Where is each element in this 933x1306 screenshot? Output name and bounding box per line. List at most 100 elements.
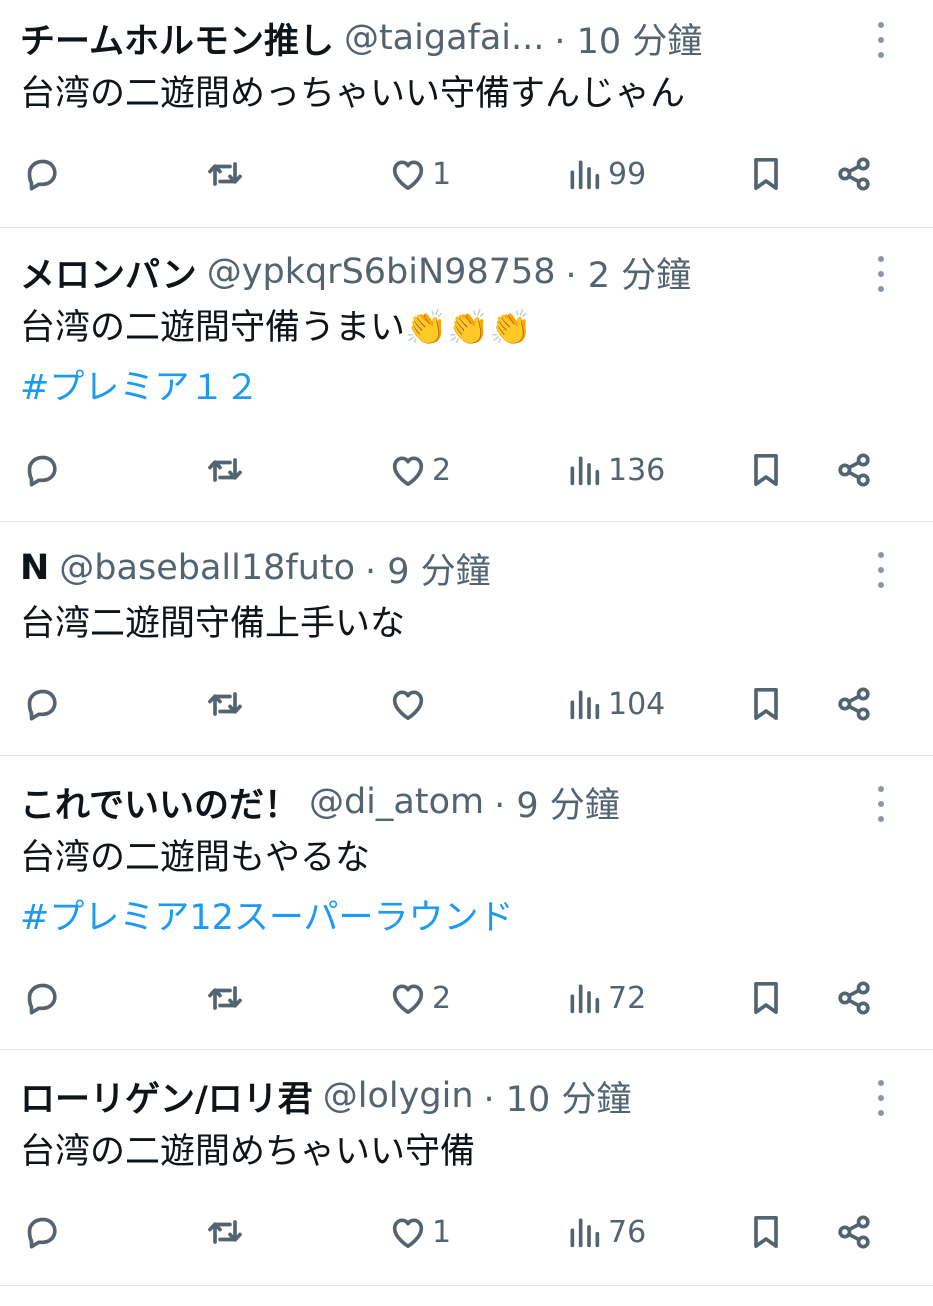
tweet-header: これでいいのだ！ @di_atom · 9 分鐘 xyxy=(20,780,620,826)
bookmark-button[interactable] xyxy=(746,448,786,492)
share-icon xyxy=(838,981,870,1015)
share-button[interactable] xyxy=(834,976,874,1020)
views-button[interactable]: 72 xyxy=(564,976,646,1020)
tweet-header: メロンパン @ypkqrS6biN98758 · 2 分鐘 xyxy=(20,250,691,296)
views-icon xyxy=(570,456,600,486)
view-count: 99 xyxy=(608,156,647,192)
bookmark-icon xyxy=(754,1216,778,1248)
view-count: 76 xyxy=(608,1214,647,1250)
tweet-header: チームホルモン推し @taigafai... · 10 分鐘 xyxy=(20,16,702,62)
user-handle[interactable]: @ypkqrS6biN98758 xyxy=(207,252,556,292)
more-icon[interactable] xyxy=(877,786,885,822)
tweet[interactable]: メロンパン @ypkqrS6biN98758 · 2 分鐘 台湾の二遊間守備うま… xyxy=(0,228,933,522)
views-icon xyxy=(570,984,600,1014)
views-button[interactable]: 136 xyxy=(564,448,665,492)
bookmark-icon xyxy=(754,158,778,191)
heart-icon xyxy=(392,456,424,486)
retweet-icon xyxy=(208,1220,242,1244)
bookmark-icon xyxy=(754,982,778,1014)
retweet-button[interactable] xyxy=(205,1210,245,1254)
heart-icon xyxy=(392,984,424,1014)
bookmark-button[interactable] xyxy=(746,1210,786,1254)
views-button[interactable]: 99 xyxy=(564,152,646,196)
reply-icon xyxy=(27,159,57,191)
tweet[interactable]: N @baseball18futo · 9 分鐘 台湾二遊間守備上手いな 104 xyxy=(0,522,933,756)
user-handle[interactable]: @taigafai... xyxy=(344,18,544,58)
display-name[interactable]: チームホルモン推し xyxy=(20,13,334,64)
like-button[interactable]: 2 xyxy=(388,976,451,1020)
retweet-icon xyxy=(208,458,242,482)
reply-button[interactable] xyxy=(22,976,62,1020)
more-icon[interactable] xyxy=(877,256,885,292)
tweet-text: 台湾の二遊間めちゃいい守備 xyxy=(20,1132,476,1172)
like-count: 2 xyxy=(432,980,452,1016)
views-button[interactable]: 104 xyxy=(564,682,665,726)
like-button[interactable]: 1 xyxy=(388,1210,451,1254)
action-bar: 1 99 xyxy=(0,152,933,196)
bookmark-button[interactable] xyxy=(746,152,786,196)
reply-icon xyxy=(27,983,57,1015)
bookmark-icon xyxy=(754,688,778,720)
view-count: 104 xyxy=(608,686,666,722)
action-bar: 2 72 xyxy=(0,976,933,1020)
share-button[interactable] xyxy=(834,448,874,492)
tweet-text: 台湾の二遊間めっちゃいい守備すんじゃん xyxy=(20,74,686,114)
reply-button[interactable] xyxy=(22,152,62,196)
action-bar: 2 136 xyxy=(0,448,933,492)
display-name[interactable]: メロンパン xyxy=(20,247,197,298)
like-count: 1 xyxy=(432,1214,452,1250)
action-bar: 104 xyxy=(0,682,933,726)
tweet-text-line: 台湾の二遊間守備うまい👏👏👏 xyxy=(20,306,532,350)
share-button[interactable] xyxy=(834,682,874,726)
more-icon[interactable] xyxy=(877,1080,885,1116)
view-count: 136 xyxy=(608,452,666,488)
like-button[interactable] xyxy=(388,682,432,726)
reply-icon xyxy=(27,689,57,721)
retweet-button[interactable] xyxy=(205,152,245,196)
reply-button[interactable] xyxy=(22,448,62,492)
display-name[interactable]: ローリゲン/ロリ君 xyxy=(20,1071,313,1122)
retweet-icon xyxy=(208,692,242,716)
bookmark-button[interactable] xyxy=(746,682,786,726)
timestamp[interactable]: · 9 分鐘 xyxy=(365,543,491,594)
timestamp[interactable]: · 9 分鐘 xyxy=(494,777,620,828)
heart-icon xyxy=(392,1218,424,1248)
views-button[interactable]: 76 xyxy=(564,1210,646,1254)
bookmark-button[interactable] xyxy=(746,976,786,1020)
user-handle[interactable]: @lolygin xyxy=(323,1076,474,1116)
timestamp[interactable]: · 10 分鐘 xyxy=(484,1071,632,1122)
more-icon[interactable] xyxy=(877,552,885,588)
more-icon[interactable] xyxy=(877,22,885,58)
share-icon xyxy=(838,687,870,721)
tweet[interactable]: チームホルモン推し @taigafai... · 10 分鐘 台湾の二遊間めっち… xyxy=(0,0,933,228)
retweet-icon xyxy=(208,986,242,1010)
like-button[interactable]: 1 xyxy=(388,152,451,196)
views-icon xyxy=(570,690,600,720)
reply-button[interactable] xyxy=(22,1210,62,1254)
share-button[interactable] xyxy=(834,1210,874,1254)
share-icon xyxy=(838,157,870,191)
like-button[interactable]: 2 xyxy=(388,448,451,492)
user-handle[interactable]: @baseball18futo xyxy=(59,548,355,588)
clapping-hands-emoji: 👏👏👏 xyxy=(405,308,533,348)
views-icon xyxy=(570,160,600,190)
tweet[interactable]: これでいいのだ！ @di_atom · 9 分鐘 台湾の二遊間もやるな #プレミ… xyxy=(0,756,933,1050)
reply-icon xyxy=(27,455,57,487)
tweet-header: ローリゲン/ロリ君 @lolygin · 10 分鐘 xyxy=(20,1074,631,1120)
retweet-button[interactable] xyxy=(205,448,245,492)
hashtag-link[interactable]: #プレミア12スーパーラウンド xyxy=(20,896,514,940)
like-count: 1 xyxy=(432,156,452,192)
reply-button[interactable] xyxy=(22,682,62,726)
display-name[interactable]: これでいいのだ！ xyxy=(20,777,299,828)
retweet-button[interactable] xyxy=(205,976,245,1020)
user-handle[interactable]: @di_atom xyxy=(309,782,484,822)
share-button[interactable] xyxy=(834,152,874,196)
timestamp[interactable]: · 2 分鐘 xyxy=(566,247,692,298)
tweet[interactable]: ローリゲン/ロリ君 @lolygin · 10 分鐘 台湾の二遊間めちゃいい守備… xyxy=(0,1050,933,1286)
retweet-button[interactable] xyxy=(205,682,245,726)
tweet-text: 台湾の二遊間もやるな xyxy=(20,838,371,878)
bookmark-icon xyxy=(754,454,778,486)
timestamp[interactable]: · 10 分鐘 xyxy=(554,13,702,64)
display-name[interactable]: N xyxy=(20,548,49,588)
hashtag-link[interactable]: #プレミア１２ xyxy=(20,366,259,410)
